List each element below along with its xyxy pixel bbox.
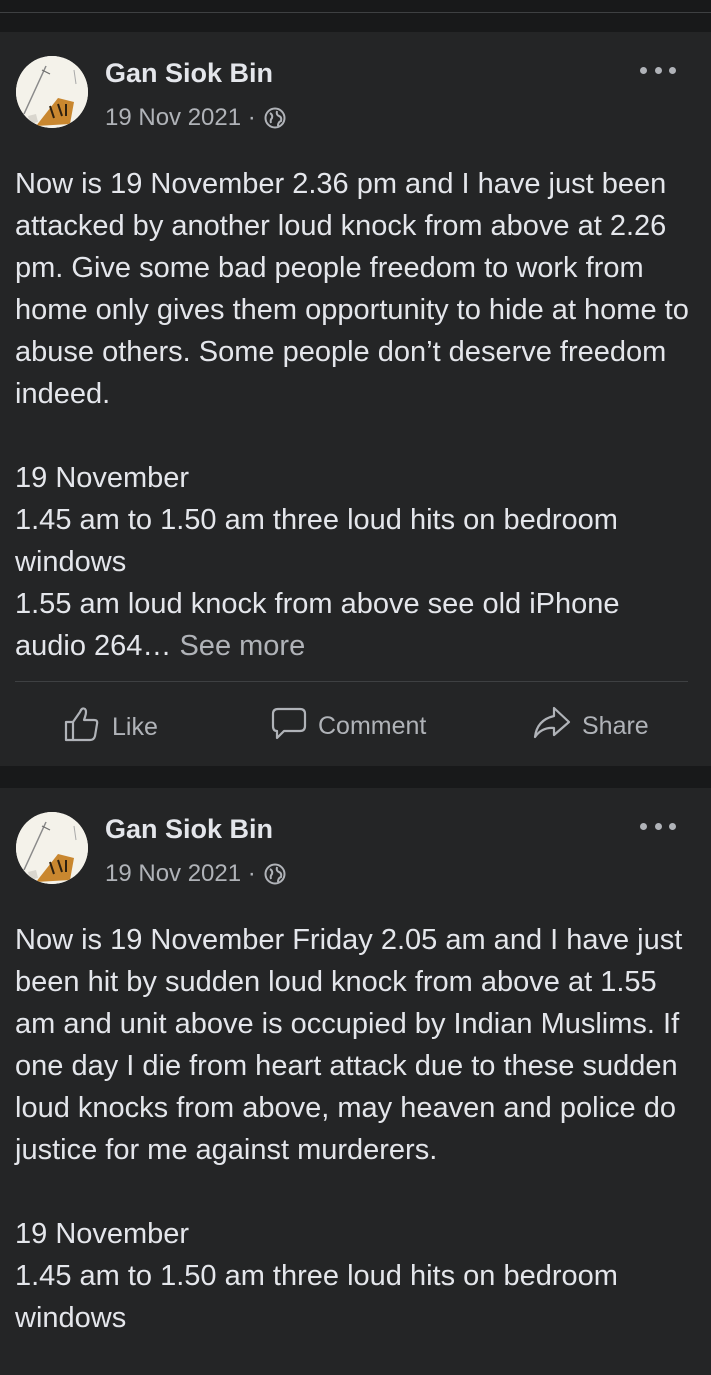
post-paragraph: Now is 19 November 2.36 pm and I have ju… [15,168,689,410]
avatar[interactable] [16,812,88,884]
more-options-icon[interactable] [640,60,676,80]
author-name[interactable]: Gan Siok Bin [105,814,273,845]
post-line: 1.45 am to 1.50 am three loud hits on be… [15,504,618,578]
share-arrow-icon [532,704,582,749]
post-meta: 19 Nov 2021 · [105,860,286,888]
divider [15,681,688,682]
post-line-truncated: 1.55 am loud knock from above see old iP… [15,583,695,667]
comment-label: Comment [318,712,427,740]
thumbs-up-icon [62,704,112,751]
post-line: 1.45 am to 1.50 am three loud hits on be… [15,1260,618,1334]
post-date[interactable]: 19 Nov 2021 · [105,104,256,132]
post-text: Now is 19 November Friday 2.05 am and I … [15,919,695,1339]
share-button[interactable]: Share [532,704,649,749]
more-options-icon[interactable] [640,816,676,836]
like-button[interactable]: Like [62,704,158,751]
post-line: 19 November [15,462,190,494]
action-bar: Like Comment Share [0,694,711,754]
post-card: Gan Siok Bin 19 Nov 2021 · Now is 19 Nov… [0,32,711,766]
globe-icon [264,863,286,885]
top-edge [0,0,711,13]
post-line: 19 November [15,1218,190,1250]
see-more-link[interactable]: See more [179,630,305,662]
like-label: Like [112,713,158,741]
globe-icon [264,107,286,129]
post-meta: 19 Nov 2021 · [105,104,286,132]
comment-button[interactable]: Comment [270,704,426,749]
author-name[interactable]: Gan Siok Bin [105,58,273,89]
avatar[interactable] [16,56,88,128]
post-text: Now is 19 November 2.36 pm and I have ju… [15,163,695,667]
post-paragraph: Now is 19 November Friday 2.05 am and I … [15,924,683,1166]
post-date[interactable]: 19 Nov 2021 · [105,860,256,888]
comment-bubble-icon [270,704,318,749]
post-card: Gan Siok Bin 19 Nov 2021 · Now is 19 Nov… [0,788,711,1375]
share-label: Share [582,712,649,740]
post-line: 1.55 am loud knock from above see old iP… [15,588,620,662]
